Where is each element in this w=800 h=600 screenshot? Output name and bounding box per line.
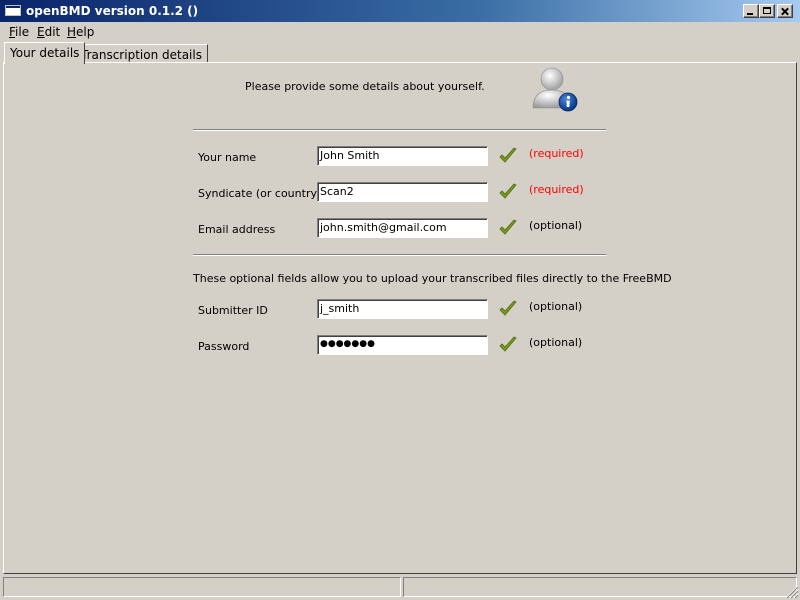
label-your-name: Your name	[198, 151, 257, 164]
separator-top	[193, 129, 606, 131]
app-icon	[5, 5, 21, 16]
checkmark-icon	[499, 300, 517, 316]
label-password: Password	[198, 340, 250, 353]
email-input[interactable]: john.smith@gmail.com	[317, 218, 488, 238]
menu-file[interactable]: File	[9, 25, 29, 39]
optional-note: (optional)	[529, 219, 583, 232]
tab-your-details[interactable]: Your details	[4, 42, 86, 64]
window-title: openBMD version 0.1.2 ()	[26, 4, 199, 18]
checkmark-icon	[499, 219, 517, 235]
checkmark-icon	[499, 336, 517, 352]
status-bar	[0, 575, 800, 600]
minimize-button[interactable]	[743, 4, 759, 18]
menu-edit[interactable]: Edit	[37, 25, 60, 39]
tab-transcription-details[interactable]: Transcription details	[75, 44, 208, 63]
maximize-button[interactable]	[759, 4, 775, 18]
checkmark-icon	[499, 183, 517, 199]
label-syndicate: Syndicate (or country)	[198, 187, 322, 200]
syndicate-input[interactable]: Scan2	[317, 182, 488, 202]
status-panel-left	[3, 577, 401, 597]
submitter-id-input[interactable]: j_smith	[317, 299, 488, 319]
required-note: (required)	[529, 147, 584, 160]
label-email: Email address	[198, 223, 276, 236]
menu-help[interactable]: Help	[67, 25, 94, 39]
password-input[interactable]: ●●●●●●●	[317, 335, 488, 355]
optional-fields-hint: These optional fields allow you to uploa…	[193, 272, 672, 285]
intro-text: Please provide some details about yourse…	[245, 80, 485, 93]
label-submitter-id: Submitter ID	[198, 304, 268, 317]
status-panel-right	[403, 577, 797, 597]
separator-middle	[193, 254, 606, 256]
close-button[interactable]	[777, 4, 793, 18]
title-bar: openBMD version 0.1.2 ()	[0, 0, 800, 22]
menu-bar: File Edit Help	[0, 22, 800, 42]
resize-grip-icon[interactable]	[785, 585, 799, 599]
optional-note: (optional)	[529, 300, 583, 313]
user-info-icon	[532, 67, 578, 112]
optional-note: (optional)	[529, 336, 583, 349]
your-name-input[interactable]: John Smith	[317, 146, 488, 166]
checkmark-icon	[499, 147, 517, 163]
required-note: (required)	[529, 183, 584, 196]
